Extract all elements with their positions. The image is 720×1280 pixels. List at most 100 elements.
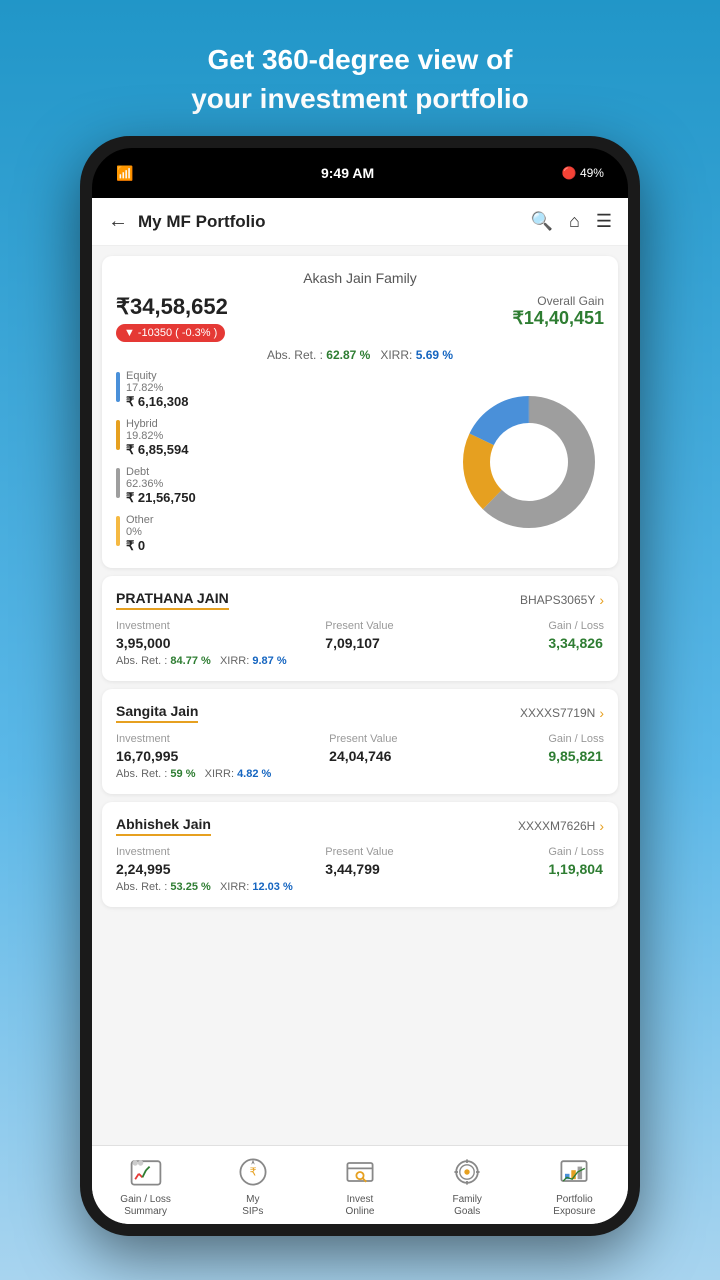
donut-chart: [454, 387, 604, 537]
change-badge: ▼ -10350 (-0.3%): [116, 324, 225, 342]
other-label: Other0%: [126, 514, 154, 538]
nav-invest-online-label: InvestOnline: [346, 1194, 375, 1218]
gain-loss-col: Gain / Loss 3,34,826: [548, 620, 604, 651]
overall-gain-value: ₹14,40,451: [512, 308, 604, 329]
svg-text:₹: ₹: [249, 1167, 256, 1179]
person-id-sangita[interactable]: XXXXS7719N ›: [520, 705, 604, 721]
investment-col-a: Investment 2,24,995: [116, 846, 171, 877]
other-amount: ₹ 0: [126, 538, 154, 554]
header-section: Get 360-degree view of your investment p…: [191, 40, 529, 118]
back-button[interactable]: ←: [108, 210, 128, 233]
portfolio-total-value: ₹34,58,652: [116, 294, 228, 320]
person-card-abhishek: Abhishek Jain XXXXM7626H › Investment 2,…: [102, 802, 618, 907]
main-content: Akash Jain Family ₹34,58,652 ▼ -10350 (-…: [92, 246, 628, 1145]
home-icon[interactable]: ⌂: [569, 211, 580, 232]
header-line2: your investment portfolio: [191, 83, 529, 114]
nav-gain-loss-label: Gain / LossSummary: [120, 1194, 171, 1218]
person-cols-prathana: Investment 3,95,000 Present Value 7,09,1…: [116, 620, 604, 651]
search-icon[interactable]: 🔍: [531, 211, 553, 232]
nav-my-sips[interactable]: ₹ MySIPs: [199, 1154, 306, 1218]
menu-icon[interactable]: ☰: [596, 211, 612, 232]
gain-loss-col-a: Gain / Loss 1,19,804: [548, 846, 604, 877]
portfolio-value-section: ₹34,58,652 ▼ -10350 (-0.3%): [116, 294, 228, 342]
present-value-col-s: Present Value 24,04,746: [329, 733, 397, 764]
person-card-sangita: Sangita Jain XXXXS7719N › Investment 16,…: [102, 689, 618, 794]
equity-bar: [116, 372, 120, 402]
person-cols-sangita: Investment 16,70,995 Present Value 24,04…: [116, 733, 604, 764]
debt-amount: ₹ 21,56,750: [126, 490, 196, 506]
present-value-col-a: Present Value 3,44,799: [325, 846, 393, 877]
donut-svg: [454, 387, 604, 537]
chevron-icon-prathana: ›: [599, 592, 604, 608]
person-abs-prathana: Abs. Ret. : 84.77 % XIRR: 9.87 %: [116, 655, 604, 667]
person-id-prathana[interactable]: BHAPS3065Y ›: [520, 592, 604, 608]
nav-family-goals-label: FamilyGoals: [452, 1194, 481, 1218]
other-info: Other0% ₹ 0: [126, 514, 154, 554]
person-abs-sangita: Abs. Ret. : 59 % XIRR: 4.82 %: [116, 768, 604, 780]
legend-other: Other0% ₹ 0: [116, 514, 454, 554]
legend-debt: Debt62.36% ₹ 21,56,750: [116, 466, 454, 506]
abs-return-row: Abs. Ret. : 62.87 % XIRR: 5.69 %: [116, 348, 604, 362]
wifi-indicator: 📶: [116, 165, 133, 182]
invest-icon: [342, 1154, 378, 1190]
debt-bar: [116, 468, 120, 498]
equity-amount: ₹ 6,16,308: [126, 394, 189, 410]
bottom-navigation: Gain / LossSummary ₹ MySIPs In: [92, 1145, 628, 1224]
nav-invest-online[interactable]: InvestOnline: [306, 1154, 413, 1218]
hybrid-info: Hybrid19.82% ₹ 6,85,594: [126, 418, 189, 458]
chart-section: Equity17.82% ₹ 6,16,308 Hybrid19.82% ₹ 6…: [116, 370, 604, 554]
xirr-value: 5.69 %: [416, 348, 453, 362]
chevron-icon-sangita: ›: [599, 705, 604, 721]
legend-hybrid: Hybrid19.82% ₹ 6,85,594: [116, 418, 454, 458]
equity-label: Equity17.82%: [126, 370, 189, 394]
debt-label: Debt62.36%: [126, 466, 196, 490]
equity-info: Equity17.82% ₹ 6,16,308: [126, 370, 189, 410]
person-abs-abhishek: Abs. Ret. : 53.25 % XIRR: 12.03 %: [116, 881, 604, 893]
investment-col: Investment 3,95,000: [116, 620, 171, 651]
present-value-col: Present Value 7,09,107: [325, 620, 393, 651]
overall-gain-section: Overall Gain ₹14,40,451: [512, 294, 604, 329]
donut-center: [493, 426, 565, 498]
other-bar: [116, 516, 120, 546]
exposure-icon: [556, 1154, 592, 1190]
chart-legend: Equity17.82% ₹ 6,16,308 Hybrid19.82% ₹ 6…: [116, 370, 454, 554]
person-cols-abhishek: Investment 2,24,995 Present Value 3,44,7…: [116, 846, 604, 877]
overall-gain-label: Overall Gain: [512, 294, 604, 308]
investment-col-s: Investment 16,70,995: [116, 733, 178, 764]
person-header-prathana: PRATHANA JAIN BHAPS3065Y ›: [116, 590, 604, 610]
abs-ret-value: 62.87 %: [326, 348, 370, 362]
phone-device: 📶 9:49 AM 🔴 49% ← My MF Portfolio 🔍 ⌂ ☰ …: [80, 136, 640, 1236]
summary-top: ₹34,58,652 ▼ -10350 (-0.3%) Overall Gain…: [116, 294, 604, 342]
sip-icon: ₹: [235, 1154, 271, 1190]
legend-equity: Equity17.82% ₹ 6,16,308: [116, 370, 454, 410]
status-bar: 📶 9:49 AM 🔴 49%: [92, 148, 628, 198]
person-name-prathana: PRATHANA JAIN: [116, 590, 229, 610]
battery-indicator: 🔴 49%: [562, 166, 604, 180]
family-name: Akash Jain Family: [116, 270, 604, 286]
person-header-abhishek: Abhishek Jain XXXXM7626H ›: [116, 816, 604, 836]
nav-portfolio-exposure-label: PortfolioExposure: [553, 1194, 595, 1218]
hybrid-amount: ₹ 6,85,594: [126, 442, 189, 458]
debt-info: Debt62.36% ₹ 21,56,750: [126, 466, 196, 506]
person-name-sangita: Sangita Jain: [116, 703, 198, 723]
time-display: 9:49 AM: [321, 165, 374, 181]
nav-portfolio-exposure[interactable]: PortfolioExposure: [521, 1154, 628, 1218]
gain-loss-icon: [128, 1154, 164, 1190]
portfolio-summary-card: Akash Jain Family ₹34,58,652 ▼ -10350 (-…: [102, 256, 618, 568]
gain-loss-col-s: Gain / Loss 9,85,821: [548, 733, 604, 764]
goals-icon: [449, 1154, 485, 1190]
phone-screen: ← My MF Portfolio 🔍 ⌂ ☰ Akash Jain Famil…: [92, 198, 628, 1224]
nav-my-sips-label: MySIPs: [242, 1194, 263, 1218]
page-title: My MF Portfolio: [138, 212, 521, 232]
person-name-abhishek: Abhishek Jain: [116, 816, 211, 836]
hybrid-bar: [116, 420, 120, 450]
person-id-abhishek[interactable]: XXXXM7626H ›: [518, 818, 604, 834]
app-bar-icons: 🔍 ⌂ ☰: [531, 211, 612, 232]
nav-family-goals[interactable]: FamilyGoals: [414, 1154, 521, 1218]
chevron-icon-abhishek: ›: [599, 818, 604, 834]
header-line1: Get 360-degree view of: [207, 44, 512, 75]
hybrid-label: Hybrid19.82%: [126, 418, 189, 442]
person-card-prathana: PRATHANA JAIN BHAPS3065Y › Investment 3,…: [102, 576, 618, 681]
app-bar: ← My MF Portfolio 🔍 ⌂ ☰: [92, 198, 628, 246]
nav-gain-loss[interactable]: Gain / LossSummary: [92, 1154, 199, 1218]
